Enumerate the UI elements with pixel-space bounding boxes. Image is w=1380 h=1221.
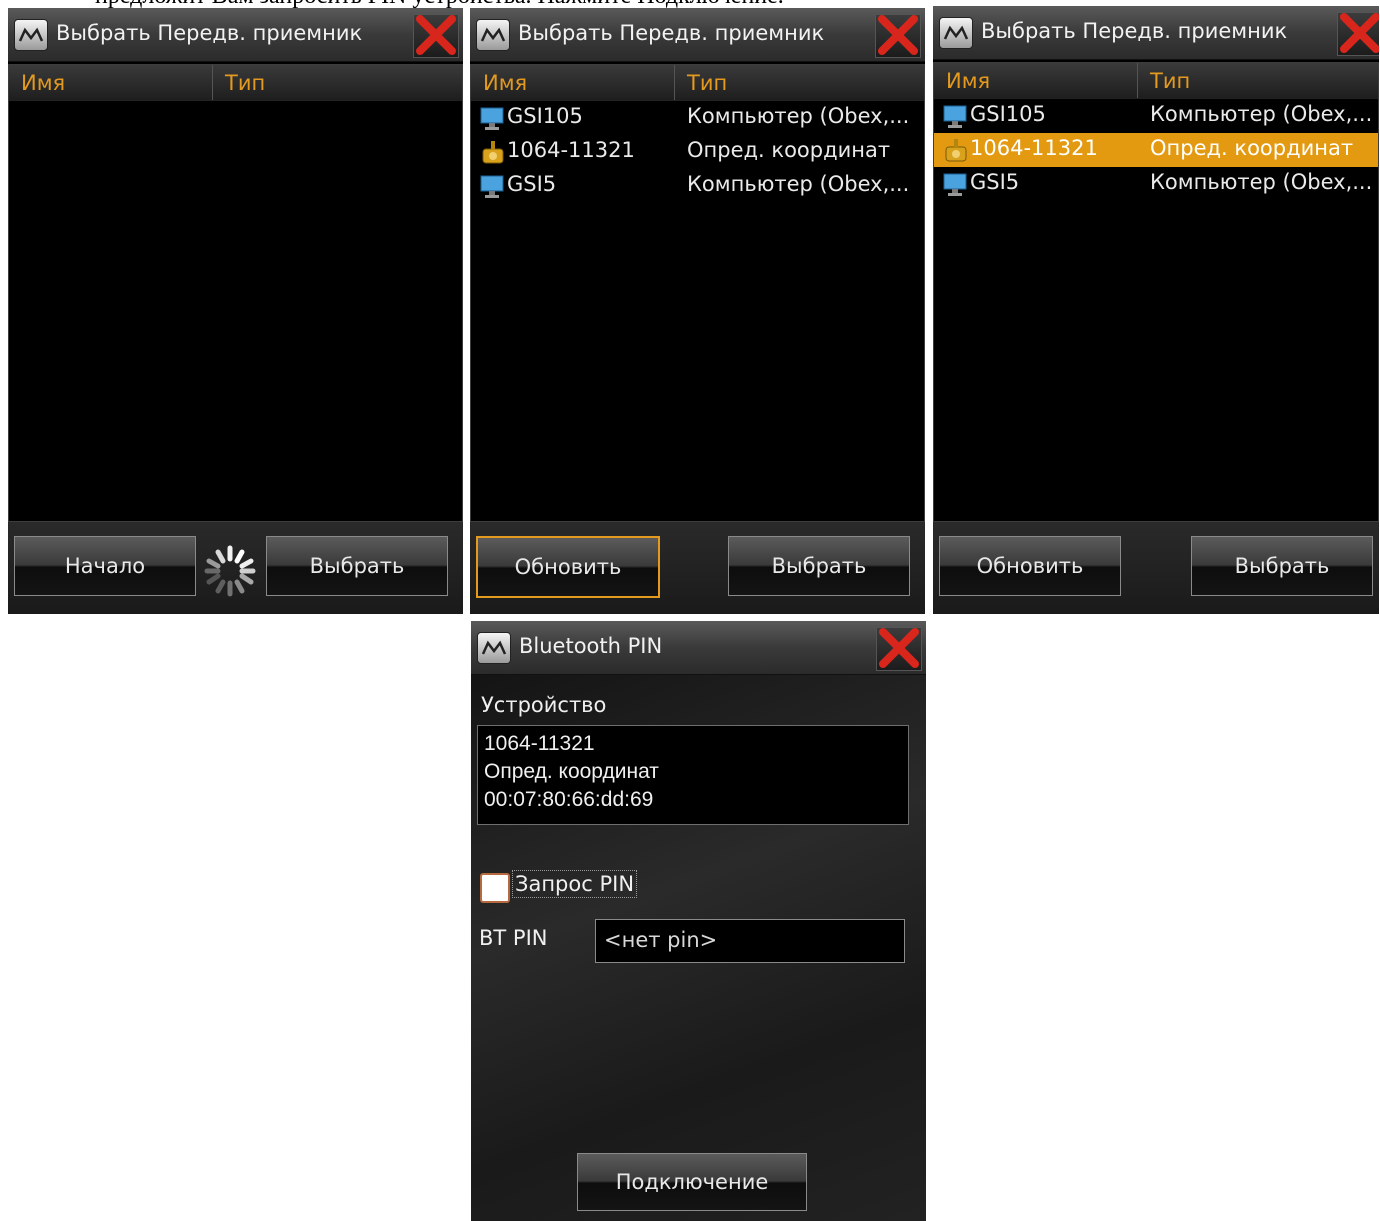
menu-m-icon[interactable] xyxy=(476,19,510,51)
device-name: GSI5 xyxy=(507,172,557,196)
list-header: Имя Тип xyxy=(471,65,924,101)
close-button[interactable] xyxy=(875,14,921,58)
receiver-select-window-selected: Выбрать Передв. приемник Имя Тип GSI105 … xyxy=(933,6,1379,614)
device-type: Опред. координат xyxy=(1150,136,1354,160)
column-divider xyxy=(1137,63,1138,98)
computer-icon xyxy=(480,175,504,198)
bluetooth-pin-window: Bluetooth PIN Устройство 1064-11321 Опре… xyxy=(471,621,926,1221)
computer-icon xyxy=(943,173,967,196)
title-bar: Bluetooth PIN xyxy=(471,621,926,675)
device-type: Компьютер (Obex,... xyxy=(1150,170,1373,194)
device-name-value: 1064-11321 xyxy=(484,732,595,755)
device-label: Устройство xyxy=(481,693,607,717)
document-text-fragment: предложит Вам запросить PIN устройства. … xyxy=(95,0,784,8)
window-title: Выбрать Передв. приемник xyxy=(518,21,825,45)
receiver-select-window-searching: Выбрать Передв. приемник Имя Тип Начало xyxy=(8,8,463,614)
list-item[interactable]: GSI5 Компьютер (Obex,... xyxy=(934,167,1378,201)
title-bar: Выбрать Передв. приемник xyxy=(470,8,925,62)
column-name-header[interactable]: Имя xyxy=(946,69,990,93)
list-item[interactable]: GSI105 Компьютер (Obex,... xyxy=(934,99,1378,133)
device-address-value: 00:07:80:66:dd:69 xyxy=(484,788,654,811)
start-button[interactable]: Начало xyxy=(14,536,196,596)
device-type-value: Опред. координат xyxy=(484,760,659,783)
column-type-header[interactable]: Тип xyxy=(225,71,265,95)
title-bar: Выбрать Передв. приемник xyxy=(8,8,463,62)
device-type: Опред. координат xyxy=(687,138,891,162)
close-button[interactable] xyxy=(876,627,922,671)
close-x-icon xyxy=(1340,13,1379,53)
device-type: Компьютер (Obex,... xyxy=(1150,102,1373,126)
button-bar: Обновить Выбрать xyxy=(933,522,1379,614)
list-header: Имя Тип xyxy=(9,65,462,101)
close-x-icon xyxy=(416,15,456,55)
list-item[interactable]: GSI105 Компьютер (Obex,... xyxy=(471,101,924,135)
device-info-box: 1064-11321 Опред. координат 00:07:80:66:… xyxy=(477,725,909,825)
select-button[interactable]: Выбрать xyxy=(1191,536,1373,596)
button-bar: Обновить Выбрать xyxy=(470,522,925,614)
bt-pin-input[interactable]: <нет pin> xyxy=(595,919,905,963)
device-type: Компьютер (Obex,... xyxy=(687,104,910,128)
button-bar: Начало Выбрать xyxy=(8,522,463,614)
window-title: Выбрать Передв. приемник xyxy=(981,19,1288,43)
window-title: Выбрать Передв. приемник xyxy=(56,21,363,45)
refresh-button[interactable]: Обновить xyxy=(939,536,1121,596)
list-item[interactable]: 1064-11321 Опред. координат xyxy=(471,135,924,169)
menu-m-icon[interactable] xyxy=(477,632,511,664)
gps-receiver-icon xyxy=(945,139,967,162)
device-name: 1064-11321 xyxy=(507,138,635,162)
receiver-list[interactable]: Имя Тип GSI105 Компьютер (Obex,... 1064-… xyxy=(470,64,925,522)
column-divider xyxy=(674,65,675,100)
computer-icon xyxy=(480,107,504,130)
device-name: 1064-11321 xyxy=(970,136,1098,160)
list-item-selected[interactable]: 1064-11321 Опред. координат xyxy=(934,133,1378,167)
column-type-header[interactable]: Тип xyxy=(687,71,727,95)
menu-m-icon[interactable] xyxy=(14,19,48,51)
select-button[interactable]: Выбрать xyxy=(728,536,910,596)
loading-spinner-icon xyxy=(204,545,256,597)
pin-dialog-body: Устройство 1064-11321 Опред. координат 0… xyxy=(471,675,926,1221)
connect-button[interactable]: Подключение xyxy=(577,1153,807,1211)
close-button[interactable] xyxy=(413,14,459,58)
device-name: GSI105 xyxy=(970,102,1046,126)
list-header: Имя Тип xyxy=(934,63,1378,99)
device-name: GSI5 xyxy=(970,170,1020,194)
request-pin-checkbox[interactable] xyxy=(480,873,510,903)
receiver-select-window-found: Выбрать Передв. приемник Имя Тип GSI105 … xyxy=(470,8,925,614)
refresh-button[interactable]: Обновить xyxy=(476,536,660,598)
list-item[interactable]: GSI5 Компьютер (Obex,... xyxy=(471,169,924,203)
device-type: Компьютер (Obex,... xyxy=(687,172,910,196)
close-x-icon xyxy=(878,15,918,55)
column-divider xyxy=(212,65,213,100)
receiver-list[interactable]: Имя Тип xyxy=(8,64,463,522)
bt-pin-label: BT PIN xyxy=(479,926,548,950)
window-title: Bluetooth PIN xyxy=(519,634,663,658)
device-name: GSI105 xyxy=(507,104,583,128)
computer-icon xyxy=(943,105,967,128)
title-bar: Выбрать Передв. приемник xyxy=(933,6,1379,60)
receiver-list[interactable]: Имя Тип GSI105 Компьютер (Obex,... 1064-… xyxy=(933,62,1379,522)
close-button[interactable] xyxy=(1337,12,1379,56)
column-name-header[interactable]: Имя xyxy=(483,71,527,95)
menu-m-icon[interactable] xyxy=(939,17,973,49)
close-x-icon xyxy=(879,628,919,668)
gps-receiver-icon xyxy=(482,141,504,164)
column-name-header[interactable]: Имя xyxy=(21,71,65,95)
column-type-header[interactable]: Тип xyxy=(1150,69,1190,93)
select-button[interactable]: Выбрать xyxy=(266,536,448,596)
request-pin-label[interactable]: Запрос PIN xyxy=(512,870,638,898)
